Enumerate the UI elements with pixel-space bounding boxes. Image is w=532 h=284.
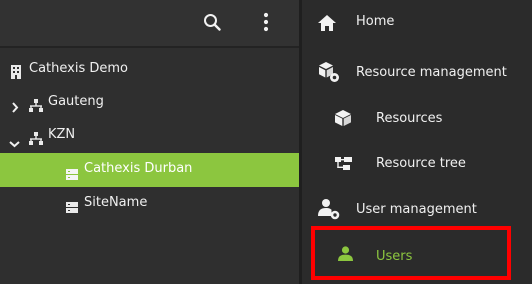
user-gear-icon	[318, 198, 340, 224]
tree-item-gauteng[interactable]: Gauteng	[0, 87, 299, 120]
tree-item-sitename[interactable]: SiteName	[0, 188, 299, 221]
nav-item-label: User management	[356, 202, 477, 217]
cube-gear-icon	[318, 61, 340, 87]
tree-item-label: KZN	[48, 127, 76, 142]
tree-toolbar	[0, 0, 299, 46]
tree-item-label: Gauteng	[48, 94, 104, 109]
resource-tree-panel: Cathexis Demo Gauteng KZN Cathexis Durba…	[0, 0, 299, 284]
more-vertical-icon[interactable]	[262, 12, 270, 36]
nav-item-resources[interactable]: Resources	[302, 96, 532, 140]
resource-tree-icon	[335, 156, 352, 175]
home-icon	[318, 15, 336, 35]
nav-item-home[interactable]: Home	[302, 2, 532, 46]
nav-item-label: Resource tree	[376, 156, 466, 171]
nav-item-user-management[interactable]: User management	[302, 186, 532, 230]
nav-item-label: Resource management	[356, 65, 507, 80]
tree-item-label: Cathexis Demo	[29, 61, 128, 76]
nav-item-label: Resources	[376, 111, 443, 126]
tree-item-label: Cathexis Durban	[84, 161, 193, 176]
search-icon[interactable]	[203, 13, 221, 35]
hierarchy-icon	[29, 97, 43, 116]
highlight-box	[311, 226, 511, 280]
cube-icon	[335, 110, 351, 130]
nav-item-label: Home	[356, 14, 395, 29]
building-icon	[10, 64, 22, 83]
tree-item-kzn[interactable]: KZN	[0, 120, 299, 153]
server-icon	[66, 198, 78, 217]
toolbar-divider	[0, 46, 299, 48]
chevron-down-icon[interactable]	[9, 133, 20, 152]
chevron-right-icon[interactable]	[11, 98, 19, 117]
server-icon	[66, 165, 78, 184]
nav-item-resource-management[interactable]: Resource management	[302, 50, 532, 94]
tree-item-root[interactable]: Cathexis Demo	[0, 54, 299, 87]
nav-item-resource-tree[interactable]: Resource tree	[302, 140, 532, 184]
tree-item-label: SiteName	[84, 195, 148, 210]
hierarchy-icon	[29, 130, 43, 149]
tree-item-cathexis-durban[interactable]: Cathexis Durban	[0, 153, 299, 187]
